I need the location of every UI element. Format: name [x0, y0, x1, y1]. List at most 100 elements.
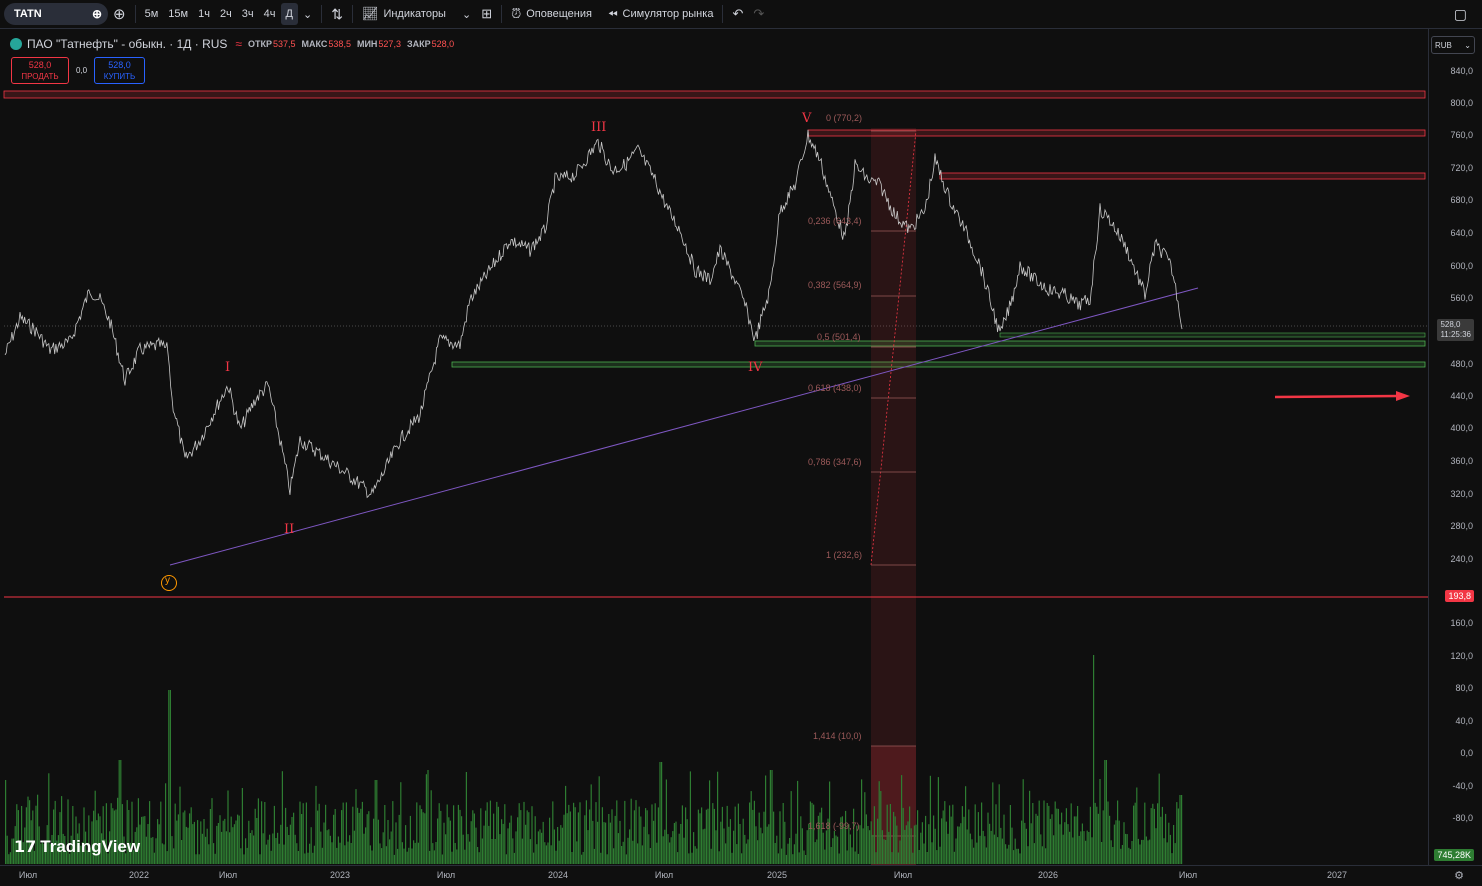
- volume-bar: [928, 824, 930, 864]
- volume-bar: [1112, 847, 1114, 864]
- top-toolbar: TATN ⊕ ⊕ 5м 15м 1ч 2ч 3ч 4ч Д ⌄ ⇅ 📈︎ Инд…: [0, 0, 1482, 29]
- volume-bar: [369, 845, 371, 864]
- volume-bar: [269, 834, 271, 864]
- volume-bar: [1000, 827, 1002, 864]
- interval-2h[interactable]: 2ч: [215, 3, 237, 25]
- layout-grid-icon[interactable]: ⊞: [476, 3, 497, 25]
- volume-bar: [438, 803, 440, 864]
- volume-bar: [889, 804, 891, 864]
- high-label: МАКС: [301, 39, 328, 49]
- volume-bar: [574, 807, 576, 864]
- volume-bar: [1054, 801, 1056, 864]
- indicators-dropdown-icon[interactable]: ⌄: [457, 3, 476, 25]
- volume-bar: [611, 809, 613, 864]
- volume-bar: [9, 852, 11, 864]
- volume-bar: [899, 840, 901, 864]
- volume-bar: [816, 839, 818, 864]
- interval-3h[interactable]: 3ч: [237, 3, 259, 25]
- volume-bar: [982, 830, 984, 864]
- volume-bar: [973, 847, 975, 864]
- fib-label-1414: 1,414 (10,0): [813, 731, 862, 741]
- price-label: 600,0: [1450, 261, 1473, 271]
- time-axis-settings-icon[interactable]: ⚙: [1454, 869, 1464, 882]
- interval-4h[interactable]: 4ч: [259, 3, 281, 25]
- volume-bar: [992, 782, 994, 864]
- volume-bar: [1126, 834, 1128, 864]
- volume-bar: [214, 853, 216, 864]
- volume-bar: [1001, 838, 1003, 864]
- sell-button[interactable]: 528,0 ПРОДАТЬ: [11, 57, 69, 84]
- volume-bar: [857, 853, 859, 864]
- symbol-options-icon[interactable]: ⊕: [92, 7, 102, 21]
- chart-canvas[interactable]: [0, 29, 1428, 865]
- volume-bar: [640, 816, 642, 864]
- volume-bar: [285, 807, 287, 864]
- symbol-search[interactable]: TATN ⊕: [4, 3, 108, 25]
- volume-bar: [739, 824, 741, 864]
- volume-bar: [641, 845, 643, 864]
- volume-bar: [862, 828, 864, 864]
- volume-bar: [198, 854, 200, 864]
- volume-bar: [499, 834, 501, 864]
- volume-bar: [317, 810, 319, 864]
- interval-1h[interactable]: 1ч: [193, 3, 215, 25]
- volume-bar: [227, 790, 229, 864]
- volume-bar: [1032, 803, 1034, 864]
- volume-bar: [549, 817, 551, 864]
- volume-bar: [294, 834, 296, 864]
- volume-bar: [1086, 830, 1088, 864]
- chart-type-icon[interactable]: ⇅: [326, 3, 348, 25]
- volume-bar: [747, 839, 749, 864]
- volume-bar: [534, 816, 536, 864]
- volume-bar: [581, 854, 583, 864]
- buy-price: 528,0: [108, 60, 131, 70]
- volume-bar: [720, 821, 722, 864]
- volume-badge: 745,28K: [1434, 849, 1474, 861]
- volume-bar: [413, 840, 415, 864]
- price-scale[interactable]: RUB ⌄: [1428, 29, 1482, 865]
- volume-bar: [445, 834, 447, 864]
- volume-bar: [377, 819, 379, 864]
- volume-bar: [649, 848, 651, 864]
- indicators-button[interactable]: 📈︎ Индикаторы: [357, 3, 451, 25]
- volume-bar: [705, 809, 707, 864]
- volume-bar: [529, 839, 531, 864]
- time-label: Июл: [1178, 870, 1198, 880]
- alerts-button[interactable]: ⏰︎ Оповещения: [506, 3, 597, 25]
- volume-bar: [526, 810, 528, 864]
- volume-bar: [699, 813, 701, 864]
- volume-bar: [854, 851, 856, 864]
- volume-bar: [937, 777, 939, 864]
- volume-bar: [971, 839, 973, 864]
- replay-button[interactable]: ⏪︎ Симулятор рынка: [603, 3, 719, 25]
- volume-bar: [913, 825, 915, 864]
- currency-selector[interactable]: RUB ⌄: [1431, 36, 1475, 54]
- interval-day[interactable]: Д: [280, 3, 298, 25]
- volume-bar: [469, 841, 471, 864]
- volume-bar: [707, 808, 709, 864]
- compare-add-icon[interactable]: ⊕: [108, 3, 131, 25]
- redo-icon[interactable]: ↷: [748, 3, 769, 25]
- volume-bar: [1067, 824, 1069, 864]
- buy-button[interactable]: 528,0 КУПИТЬ: [94, 57, 145, 84]
- volume-bar: [333, 814, 335, 864]
- volume-bar: [353, 830, 355, 864]
- volume-bar: [670, 837, 672, 864]
- volume-bar: [488, 825, 490, 864]
- volume-bar: [219, 815, 221, 864]
- interval-5m[interactable]: 5м: [140, 3, 164, 25]
- undo-icon[interactable]: ↶: [727, 3, 748, 25]
- volume-bar: [1118, 820, 1120, 864]
- volume-bar: [222, 820, 224, 864]
- volume-bar: [742, 818, 744, 864]
- interval-dropdown-icon[interactable]: ⌄: [298, 3, 317, 25]
- volume-bar: [509, 822, 511, 864]
- volume-bar: [321, 847, 323, 864]
- volume-bar: [597, 821, 599, 864]
- interval-15m[interactable]: 15м: [163, 3, 193, 25]
- volume-bar: [517, 817, 519, 864]
- volume-bar: [643, 826, 645, 864]
- volume-bar: [968, 809, 970, 864]
- fullscreen-icon[interactable]: ▢: [1449, 3, 1472, 25]
- indicators-icon: 📈︎: [361, 6, 379, 21]
